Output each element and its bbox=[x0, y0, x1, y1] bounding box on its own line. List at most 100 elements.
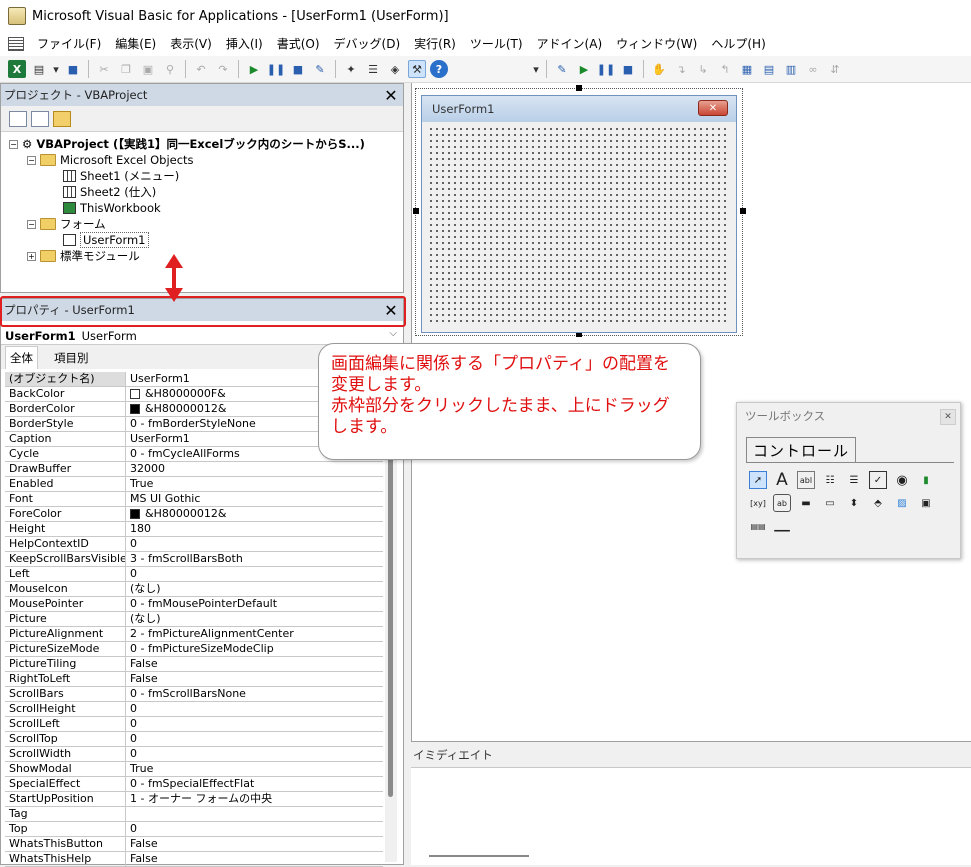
view-code-icon[interactable] bbox=[9, 110, 27, 127]
image-icon[interactable]: ▨ bbox=[893, 494, 911, 512]
property-value[interactable]: 0 bbox=[126, 822, 383, 836]
property-row[interactable]: ForeColor &H80000012& bbox=[5, 507, 383, 522]
tree-root[interactable]: − ⚙ VBAProject (【実践1】同一Excelブック内のシートからS.… bbox=[9, 136, 365, 152]
property-value[interactable]: 0 - fmMousePointerDefault bbox=[126, 597, 383, 611]
step-into-icon[interactable]: ↴ bbox=[672, 60, 690, 78]
collapse-icon[interactable]: − bbox=[27, 155, 36, 165]
property-row[interactable]: Enabled True bbox=[5, 477, 383, 492]
property-row[interactable]: PictureAlignment 2 - fmPictureAlignmentCe… bbox=[5, 627, 383, 642]
menu-file[interactable]: ファイル(F) bbox=[30, 33, 108, 55]
property-row[interactable]: PictureSizeMode 0 - fmPictureSizeModeClip bbox=[5, 642, 383, 657]
toggle-button-icon[interactable]: ▮ bbox=[917, 471, 935, 489]
property-value[interactable]: 0 - fmPictureSizeModeClip bbox=[126, 642, 383, 656]
checkbox-icon[interactable]: ✓ bbox=[869, 471, 887, 489]
property-row[interactable]: HelpContextID 0 bbox=[5, 537, 383, 552]
combobox-icon[interactable]: ☷ bbox=[821, 471, 839, 489]
excel-view-icon[interactable]: X bbox=[8, 60, 26, 78]
tree-excel-objects[interactable]: − Microsoft Excel Objects bbox=[27, 152, 194, 168]
copy-icon[interactable]: ❐ bbox=[117, 60, 135, 78]
treeview-icon[interactable]: ▤▤ bbox=[749, 517, 767, 535]
scrollbar-icon[interactable]: ⬍ bbox=[845, 494, 863, 512]
userform-grid-body[interactable] bbox=[428, 126, 730, 326]
collapse-icon[interactable]: − bbox=[9, 139, 18, 149]
property-row[interactable]: Tag bbox=[5, 807, 383, 822]
property-value[interactable]: MS UI Gothic bbox=[126, 492, 383, 506]
property-row[interactable]: RightToLeft False bbox=[5, 672, 383, 687]
property-value[interactable]: 0 bbox=[126, 717, 383, 731]
toolbar-options-icon[interactable]: ▾ bbox=[532, 60, 540, 78]
property-row[interactable]: KeepScrollBarsVisible 3 - fmScrollBarsBot… bbox=[5, 552, 383, 567]
toolbox-icon[interactable]: ⚒ bbox=[408, 60, 426, 78]
tree-sheet1[interactable]: Sheet1 (メニュー) bbox=[63, 168, 179, 184]
paste-icon[interactable]: ▣ bbox=[139, 60, 157, 78]
undo-icon[interactable]: ↶ bbox=[192, 60, 210, 78]
menu-help[interactable]: ヘルプ(H) bbox=[704, 33, 772, 55]
menu-edit[interactable]: 編集(E) bbox=[108, 33, 163, 55]
menu-insert[interactable]: 挿入(I) bbox=[219, 33, 270, 55]
property-value[interactable]: (なし) bbox=[126, 612, 383, 626]
close-icon[interactable]: ✕ bbox=[940, 409, 956, 425]
property-value[interactable]: 3 - fmScrollBarsBoth bbox=[126, 552, 383, 566]
immediate-input[interactable] bbox=[411, 769, 971, 859]
tree-sheet2[interactable]: Sheet2 (仕入) bbox=[63, 184, 156, 200]
property-row[interactable]: Font MS UI Gothic bbox=[5, 492, 383, 507]
menu-debug[interactable]: デバッグ(D) bbox=[327, 33, 408, 55]
dropdown-arrow-icon[interactable]: ▾ bbox=[52, 60, 60, 78]
property-value[interactable]: 0 bbox=[126, 732, 383, 746]
menu-addins[interactable]: アドイン(A) bbox=[530, 33, 610, 55]
property-row[interactable]: ShowModal True bbox=[5, 762, 383, 777]
call-stack-icon[interactable]: ⇵ bbox=[826, 60, 844, 78]
property-value[interactable]: True bbox=[126, 477, 383, 491]
property-value[interactable]: False bbox=[126, 657, 383, 671]
horizontal-scrollbar[interactable] bbox=[429, 855, 529, 857]
toolbox-header[interactable]: ツールボックス ✕ bbox=[737, 403, 960, 429]
property-row[interactable]: Top 0 bbox=[5, 822, 383, 837]
property-value[interactable]: 0 - fmSpecialEffectFlat bbox=[126, 777, 383, 791]
menu-view[interactable]: 表示(V) bbox=[163, 33, 219, 55]
menu-tools[interactable]: ツール(T) bbox=[463, 33, 530, 55]
property-value[interactable]: True bbox=[126, 762, 383, 776]
tree-userform1[interactable]: UserForm1 bbox=[63, 232, 149, 248]
property-value[interactable]: &H80000012& bbox=[126, 507, 383, 521]
property-value[interactable]: 180 bbox=[126, 522, 383, 536]
property-value[interactable]: 0 bbox=[126, 747, 383, 761]
multipage-icon[interactable]: ▭ bbox=[821, 494, 839, 512]
run-icon[interactable]: ▶ bbox=[245, 60, 263, 78]
step-out-icon[interactable]: ↰ bbox=[716, 60, 734, 78]
select-pointer-icon[interactable]: ➚ bbox=[749, 471, 767, 489]
property-value[interactable]: 0 bbox=[126, 567, 383, 581]
tab-category[interactable]: 項目別 bbox=[50, 347, 93, 369]
property-value[interactable]: 0 bbox=[126, 702, 383, 716]
tab-controls[interactable]: コントロール bbox=[746, 437, 857, 463]
property-row[interactable]: ScrollHeight 0 bbox=[5, 702, 383, 717]
property-row[interactable]: ScrollBars 0 - fmScrollBarsNone bbox=[5, 687, 383, 702]
property-row[interactable]: ScrollTop 0 bbox=[5, 732, 383, 747]
project-explorer-header[interactable]: プロジェクト - VBAProject ✕ bbox=[1, 84, 403, 106]
close-icon[interactable]: ✕ bbox=[382, 86, 400, 105]
cut-icon[interactable]: ✂ bbox=[95, 60, 113, 78]
property-row[interactable]: Picture (なし) bbox=[5, 612, 383, 627]
property-value[interactable] bbox=[126, 807, 383, 821]
property-row[interactable]: PictureTiling False bbox=[5, 657, 383, 672]
spinbutton-icon[interactable]: ⬘ bbox=[869, 494, 887, 512]
property-row[interactable]: MousePointer 0 - fmMousePointerDefault bbox=[5, 597, 383, 612]
design-mode-icon-2[interactable]: ✎ bbox=[553, 60, 571, 78]
resize-handle[interactable] bbox=[576, 85, 582, 91]
property-value[interactable]: 0 bbox=[126, 537, 383, 551]
run-icon-2[interactable]: ▶ bbox=[575, 60, 593, 78]
watch-icon[interactable]: ▥ bbox=[782, 60, 800, 78]
property-value[interactable]: (なし) bbox=[126, 582, 383, 596]
project-explorer-icon[interactable]: ✦ bbox=[342, 60, 360, 78]
command-button-icon[interactable]: ab bbox=[773, 494, 791, 512]
menu-run[interactable]: 実行(R) bbox=[407, 33, 463, 55]
property-value[interactable]: 2 - fmPictureAlignmentCenter bbox=[126, 627, 383, 641]
help-icon[interactable]: ? bbox=[430, 60, 448, 78]
property-value[interactable]: 32000 bbox=[126, 462, 383, 476]
find-icon[interactable]: ⚲ bbox=[161, 60, 179, 78]
property-row[interactable]: Left 0 bbox=[5, 567, 383, 582]
design-mode-icon[interactable]: ✎ bbox=[311, 60, 329, 78]
refedit-icon[interactable]: ▣ bbox=[917, 494, 935, 512]
textbox-icon[interactable]: abl bbox=[797, 471, 815, 489]
property-row[interactable]: SpecialEffect 0 - fmSpecialEffectFlat bbox=[5, 777, 383, 792]
immediate-icon[interactable]: ▤ bbox=[760, 60, 778, 78]
